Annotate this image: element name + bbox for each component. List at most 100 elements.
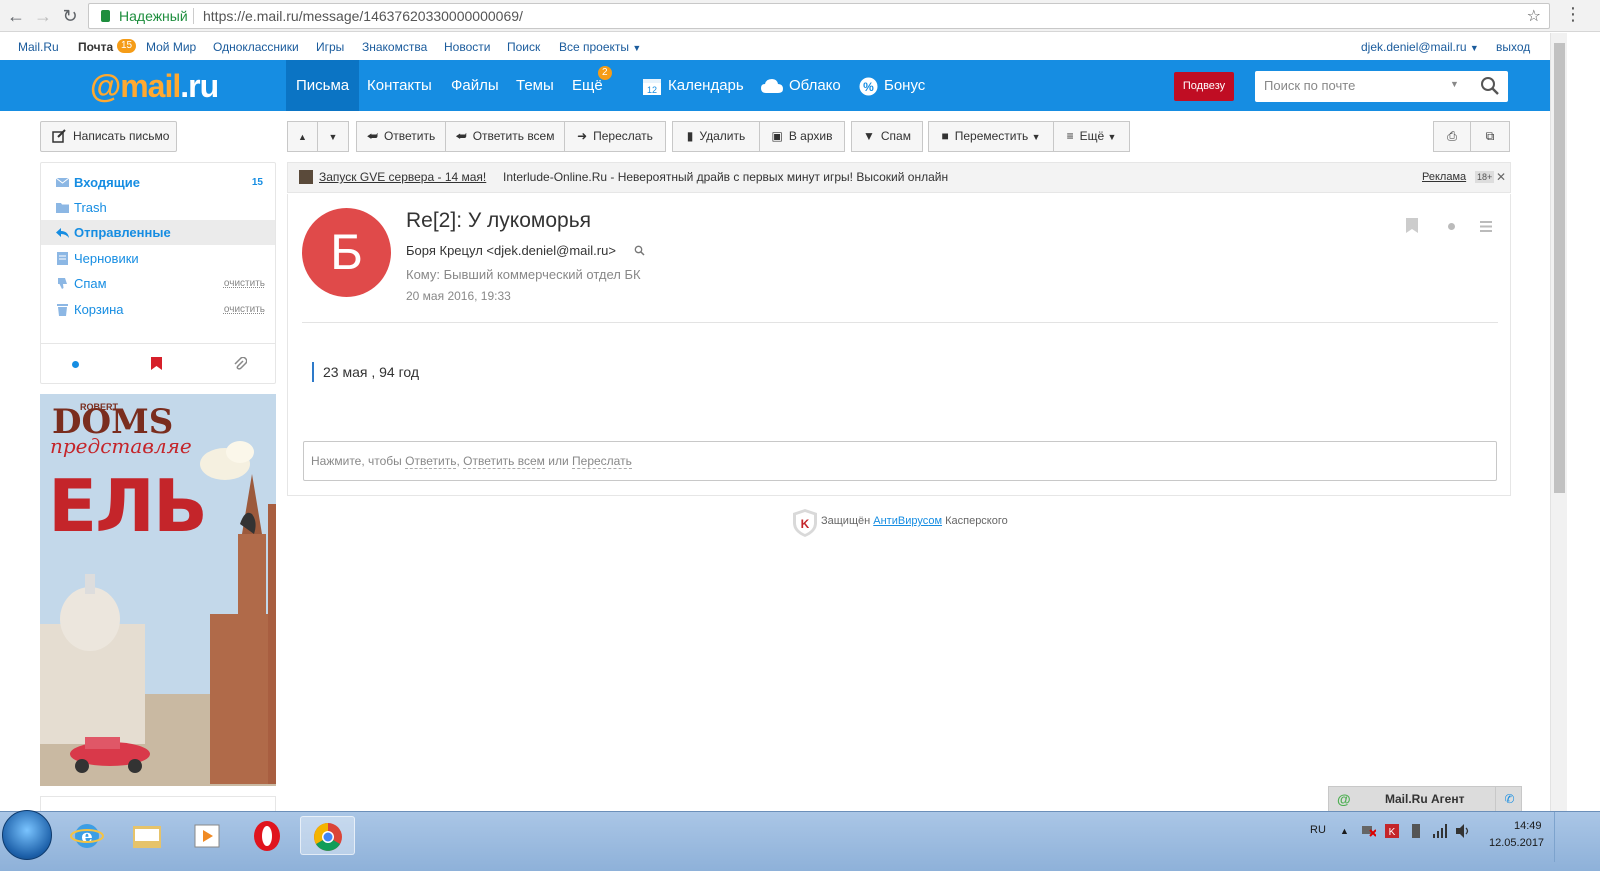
mailru-agent-bar[interactable]: @ Mail.Ru Агент ✆ [1328, 786, 1523, 812]
nav-cloud-label: Облако [789, 77, 841, 94]
show-desktop-button[interactable] [1554, 812, 1564, 862]
flag-filter-icon[interactable] [151, 357, 162, 370]
menu-icon[interactable] [1480, 221, 1492, 232]
forward-button[interactable]: ➜ Переслать [564, 121, 666, 152]
secure-label: Надежный [119, 8, 188, 24]
folder-inbox[interactable]: Входящие 15 [41, 170, 275, 195]
volume-icon[interactable] [1456, 824, 1470, 838]
search-input[interactable]: Поиск по почте [1264, 78, 1355, 93]
bookmark-star-icon[interactable]: ☆ [1527, 6, 1541, 26]
portal-link-znakomstva[interactable]: Знакомства [362, 40, 427, 54]
folder-drafts[interactable]: Черновики [41, 246, 275, 271]
back-icon[interactable]: ← [6, 6, 26, 26]
nav-bonus[interactable]: % Бонус [849, 60, 935, 111]
signal-icon[interactable] [1433, 824, 1447, 838]
reload-icon[interactable]: ↻ [60, 6, 80, 26]
start-button[interactable] [2, 810, 52, 860]
chrome-taskbar-icon[interactable] [300, 816, 355, 855]
nav-faily[interactable]: Файлы [441, 60, 509, 111]
tray-expand-icon[interactable]: ▲ [1340, 826, 1349, 836]
user-email-menu[interactable]: djek.deniel@mail.ru ▼ [1361, 40, 1479, 54]
ad-reklama-link[interactable]: Реклама [1422, 163, 1466, 192]
print-button[interactable]: ⎙ [1433, 121, 1471, 152]
message-sender[interactable]: Боря Крецул <djek.deniel@mail.ru> [406, 243, 616, 258]
network-error-icon[interactable] [1362, 824, 1376, 838]
spam-label: Спам [880, 129, 911, 143]
delete-button[interactable]: ▮ Удалить [672, 121, 760, 152]
portal-link-moi-mir[interactable]: Мой Мир [146, 40, 196, 54]
read-status-icon[interactable] [1448, 223, 1455, 230]
nav-kontakty[interactable]: Контакты [357, 60, 442, 111]
usb-tray-icon[interactable] [1409, 824, 1423, 838]
forward-icon[interactable]: → [33, 6, 53, 26]
opera-icon [254, 821, 280, 851]
language-indicator[interactable]: RU [1310, 824, 1326, 836]
media-player-taskbar-icon[interactable] [180, 816, 235, 855]
kaspersky-link[interactable]: АнтиВирусом [873, 515, 942, 527]
clean-trash-link[interactable]: очистить [224, 297, 265, 322]
portal-link-vse-proekty[interactable]: Все проекты ▼ [559, 40, 641, 54]
move-button[interactable]: ■ Переместить ▼ [928, 121, 1054, 152]
logout-link[interactable]: выход [1496, 40, 1530, 54]
reply-button[interactable]: ⮨ Ответить [356, 121, 446, 152]
expand-button[interactable]: ⧉ [1470, 121, 1510, 152]
folder-korzina[interactable]: Корзина очистить [41, 297, 275, 322]
quick-reply-all-link[interactable]: Ответить всем [463, 454, 545, 469]
clock-date[interactable]: 12.05.2017 [1489, 837, 1544, 849]
address-bar[interactable]: Надежный https://e.mail.ru/message/14637… [88, 3, 1550, 29]
ie-taskbar-icon[interactable]: e [60, 816, 115, 855]
portal-link-novosti[interactable]: Новости [444, 40, 490, 54]
opera-taskbar-icon[interactable] [240, 816, 295, 855]
close-icon[interactable]: ✕ [1496, 163, 1506, 192]
pencil-icon [52, 129, 66, 143]
sidebar-ad-banner[interactable]: ROBERT DOMS представляе ЕЛЬ [40, 394, 276, 786]
browser-menu-icon[interactable]: ⋮ [1564, 4, 1582, 25]
clean-spam-link[interactable]: очистить [224, 271, 265, 296]
url-text[interactable]: https://e.mail.ru/message/14637620330000… [203, 8, 523, 24]
nav-cloud[interactable]: Облако [751, 60, 851, 111]
portal-link-igry[interactable]: Игры [316, 40, 344, 54]
scrollbar-thumb[interactable] [1554, 43, 1565, 493]
calendar-day: 12 [647, 85, 657, 95]
ad-link[interactable]: Запуск GVE сервера - 14 мая! [319, 163, 486, 192]
mailru-logo[interactable]: @mail.ru [90, 68, 219, 105]
quick-reply-link[interactable]: Ответить [405, 454, 457, 469]
portal-link-poisk[interactable]: Поиск [507, 40, 540, 54]
portal-link-pochta[interactable]: Почта [78, 40, 113, 54]
promo-button[interactable]: Подвезу [1174, 72, 1234, 101]
next-message-button[interactable]: ▼ [317, 121, 349, 152]
folder-sent[interactable]: Отправленные [41, 220, 275, 245]
phone-icon[interactable]: ✆ [1495, 787, 1523, 812]
more-button[interactable]: ≡ Ещё ▼ [1053, 121, 1130, 152]
attachment-filter-icon[interactable] [233, 357, 247, 371]
top-ad-line[interactable]: Запуск GVE сервера - 14 мая! Interlude-O… [287, 162, 1511, 193]
archive-button[interactable]: ▣ В архив [759, 121, 845, 152]
ad-text[interactable]: Interlude-Online.Ru - Невероятный драйв … [503, 163, 948, 192]
mail-search[interactable]: Поиск по почте ▼ [1255, 71, 1508, 102]
page-scrollbar[interactable] [1550, 33, 1567, 811]
antivirus-tray-icon[interactable]: K [1385, 824, 1399, 838]
bookmark-icon[interactable] [1406, 218, 1418, 233]
portal-link-mailru[interactable]: Mail.Ru [18, 40, 59, 54]
prev-message-button[interactable]: ▲ [287, 121, 318, 152]
compose-button[interactable]: Написать письмо [40, 121, 177, 152]
nav-calendar-label: Календарь [668, 77, 744, 94]
unread-filter-icon[interactable] [72, 361, 79, 368]
kasp-suffix: Касперского [945, 515, 1008, 527]
quick-reply-box[interactable]: Нажмите, чтобы Ответить, Ответить всем и… [303, 441, 1497, 481]
folder-spam[interactable]: Спам очистить [41, 271, 275, 296]
folder-label: Спам [74, 276, 107, 291]
clock-time[interactable]: 14:49 [1514, 820, 1542, 832]
portal-link-odnoklassniki[interactable]: Одноклассники [213, 40, 299, 54]
nav-pisma[interactable]: Письма [286, 60, 360, 111]
reply-all-button[interactable]: ⮨ Ответить всем [445, 121, 565, 152]
nav-calendar[interactable]: 12 Календарь [632, 60, 754, 111]
search-icon[interactable] [1480, 76, 1500, 96]
explorer-taskbar-icon[interactable] [120, 816, 175, 855]
folder-trash[interactable]: Trash [41, 195, 275, 220]
quick-forward-link[interactable]: Переслать [572, 454, 632, 469]
spam-button[interactable]: ▼ Спам [851, 121, 923, 152]
chevron-down-icon[interactable]: ▼ [1450, 79, 1459, 89]
search-icon[interactable] [634, 245, 645, 256]
nav-temy[interactable]: Темы [506, 60, 564, 111]
